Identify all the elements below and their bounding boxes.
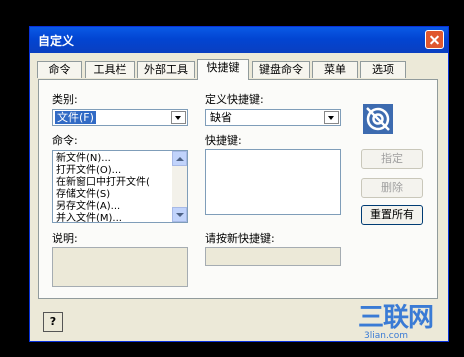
tab-keyboard-commands[interactable]: 键盘命令	[252, 61, 310, 78]
delete-button[interactable]: 删除	[361, 178, 423, 198]
new-shortcut-field[interactable]	[205, 247, 341, 266]
tab-toolbars[interactable]: 工具栏	[85, 61, 135, 78]
reset-all-button[interactable]: 重置所有	[361, 205, 423, 225]
define-shortcut-label: 定义快捷键:	[205, 93, 264, 106]
list-item[interactable]: 另存文件(A)...	[56, 201, 187, 213]
scrollbar[interactable]	[172, 151, 187, 222]
tab-external-tools[interactable]: 外部工具	[137, 61, 195, 78]
list-item[interactable]: 存储文件(S)	[56, 189, 187, 201]
shortcuts-label: 快捷键:	[205, 134, 242, 147]
commands-label: 命令:	[52, 134, 78, 147]
close-button[interactable]	[425, 30, 444, 49]
description-label: 说明:	[52, 232, 78, 245]
watermark-url: 3lian.com	[364, 331, 409, 341]
list-item[interactable]: 新文件(N)...	[56, 153, 187, 165]
watermark-text: 三联网	[358, 303, 434, 333]
tab-shortcuts[interactable]: 快捷键	[197, 59, 249, 80]
new-shortcut-label: 请按新快捷键:	[205, 232, 275, 245]
shortcuts-list[interactable]	[205, 149, 341, 215]
assign-button[interactable]: 指定	[361, 149, 423, 169]
tab-commands[interactable]: 命令	[37, 61, 82, 78]
tab-menu[interactable]: 菜单	[312, 61, 358, 78]
watermark-logo: 三联网 3lian.com	[358, 303, 434, 341]
commands-list[interactable]: 新文件(N)... 打开文件(O)... 在新窗口中打开文件( 存储文件(S) …	[52, 150, 188, 223]
shortcut-key-icon	[363, 104, 393, 134]
scroll-down-icon[interactable]	[172, 207, 187, 222]
title-bar[interactable]: 自定义	[30, 27, 448, 53]
category-value: 文件(F)	[55, 111, 96, 124]
dialog-title: 自定义	[38, 34, 75, 48]
define-shortcut-select[interactable]: 缺省	[205, 109, 341, 126]
customize-dialog: 自定义 命令 工具栏 外部工具 快捷键 键盘命令 菜单 选项 类别: 文件(F)…	[29, 26, 449, 342]
list-item[interactable]: 打开文件(O)...	[56, 165, 187, 177]
list-item[interactable]: 在新窗口中打开文件(	[56, 177, 187, 189]
description-box	[52, 247, 188, 287]
list-item[interactable]: 并入文件(M)...	[56, 213, 187, 222]
category-label: 类别:	[52, 93, 78, 106]
scroll-up-icon[interactable]	[172, 151, 187, 166]
tab-options[interactable]: 选项	[360, 61, 406, 78]
category-select[interactable]: 文件(F)	[52, 109, 188, 126]
define-shortcut-value: 缺省	[210, 111, 232, 124]
chevron-down-icon[interactable]	[171, 111, 186, 124]
help-button[interactable]: ?	[43, 312, 63, 332]
chevron-down-icon[interactable]	[324, 111, 339, 124]
